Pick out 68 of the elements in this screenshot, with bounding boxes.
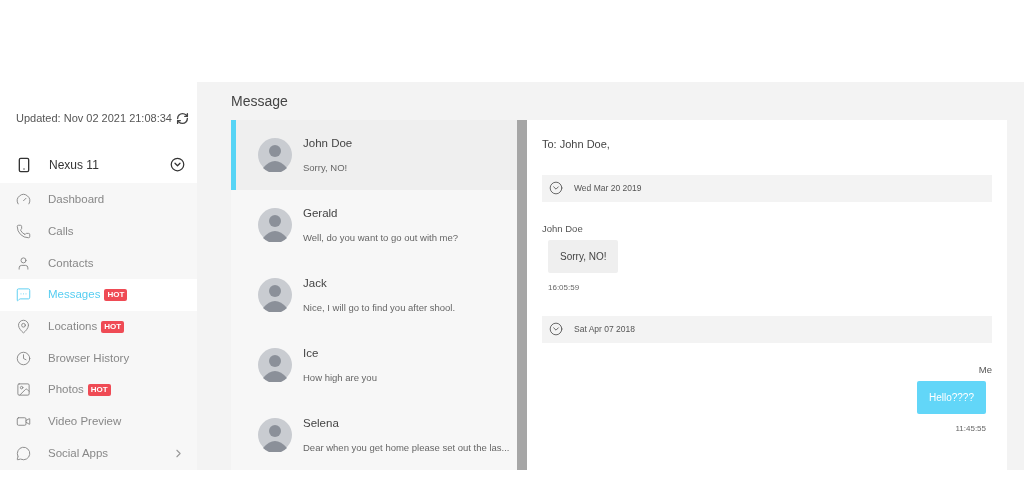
collapse-icon <box>549 322 563 337</box>
collapse-icon <box>549 181 563 195</box>
speech-bubble-icon <box>16 445 31 461</box>
date-label: Sat Apr 07 2018 <box>574 322 635 336</box>
menu-label: Messages <box>48 287 101 303</box>
device-name: Nexus 11 <box>49 156 99 174</box>
conversation-item[interactable]: Ice How high are you <box>231 330 517 400</box>
menu-item[interactable]: Calls <box>0 215 197 248</box>
hot-badge: HOT <box>87 383 111 396</box>
conversation-item[interactable]: John Doe Sorry, NO! <box>231 120 517 190</box>
menu-item[interactable]: Browser History <box>0 342 197 375</box>
message-time: 16:05:59 <box>548 281 580 294</box>
contact-name: John Doe <box>303 135 353 151</box>
menu-item[interactable]: Dashboard <box>0 184 197 216</box>
image-icon <box>16 382 31 398</box>
hot-badge: HOT <box>104 288 128 301</box>
menu-item[interactable]: Messages HOT <box>0 279 197 311</box>
message-preview: Dear when you get home please set out the las... <box>303 441 510 455</box>
message-preview: Nice, I will go to find you after shool. <box>303 301 456 315</box>
scrollbar[interactable] <box>517 120 527 470</box>
avatar <box>258 278 292 312</box>
sender-name: Me <box>978 362 992 377</box>
date-header[interactable]: Wed Mar 20 2019 <box>542 174 992 202</box>
message-preview: How high are you <box>303 371 377 385</box>
last-updated-text: Updated: Nov 02 2021 21:08:34 <box>16 110 172 126</box>
date-label: Wed Mar 20 2019 <box>574 181 642 195</box>
menu-label: Calls <box>48 223 74 239</box>
menu-label: Locations <box>48 318 98 334</box>
avatar <box>258 418 292 452</box>
chat-bubble-icon <box>16 287 31 303</box>
contact-name: Gerald <box>303 205 339 221</box>
menu-item[interactable]: Photos HOT <box>0 374 197 406</box>
sender-name: John Doe <box>542 221 583 236</box>
map-pin-icon <box>16 319 31 335</box>
message-bubble: Sorry, NO! <box>548 239 619 273</box>
avatar <box>258 348 292 382</box>
refresh-icon[interactable] <box>175 111 189 125</box>
page-title: Message <box>231 91 288 111</box>
menu-item[interactable]: Contacts <box>0 247 197 280</box>
menu-label: Photos <box>48 382 84 398</box>
date-header[interactable]: Sat Apr 07 2018 <box>542 315 992 343</box>
avatar <box>258 138 292 172</box>
device-dropdown-icon[interactable] <box>170 157 185 172</box>
person-icon <box>16 255 31 271</box>
menu-label: Dashboard <box>48 192 105 208</box>
menu-label: Video Preview <box>48 414 122 430</box>
menu-item[interactable]: Locations HOT <box>0 310 197 343</box>
phone-device-icon <box>16 156 32 173</box>
recipient-text: To: John Doe, <box>542 137 611 152</box>
conversation-item[interactable]: Selena Dear when you get home please set out the las... <box>231 400 517 470</box>
phone-icon <box>16 224 31 240</box>
hot-badge: HOT <box>101 320 125 333</box>
menu-label: Contacts <box>48 255 94 271</box>
menu-item[interactable]: Social Apps <box>0 437 197 470</box>
message-bubble: Hello???? <box>916 381 986 414</box>
message-preview: Well, do you want to go out with me? <box>303 231 459 245</box>
contact-name: Selena <box>303 415 340 431</box>
contact-name: Ice <box>303 345 320 361</box>
avatar <box>258 208 292 242</box>
menu-item[interactable]: Video Preview <box>0 405 197 438</box>
conversation-item[interactable]: Jack Nice, I will go to find you after shool. <box>231 260 517 330</box>
conversation-item[interactable]: Gerald Well, do you want to go out with me? <box>231 190 517 260</box>
menu-label: Browser History <box>48 350 130 366</box>
clock-icon <box>16 350 31 366</box>
contact-name: Jack <box>303 275 328 291</box>
message-preview: Sorry, NO! <box>303 161 349 175</box>
message-time: 11:45:55 <box>955 423 986 435</box>
menu-label: Social Apps <box>48 445 109 461</box>
